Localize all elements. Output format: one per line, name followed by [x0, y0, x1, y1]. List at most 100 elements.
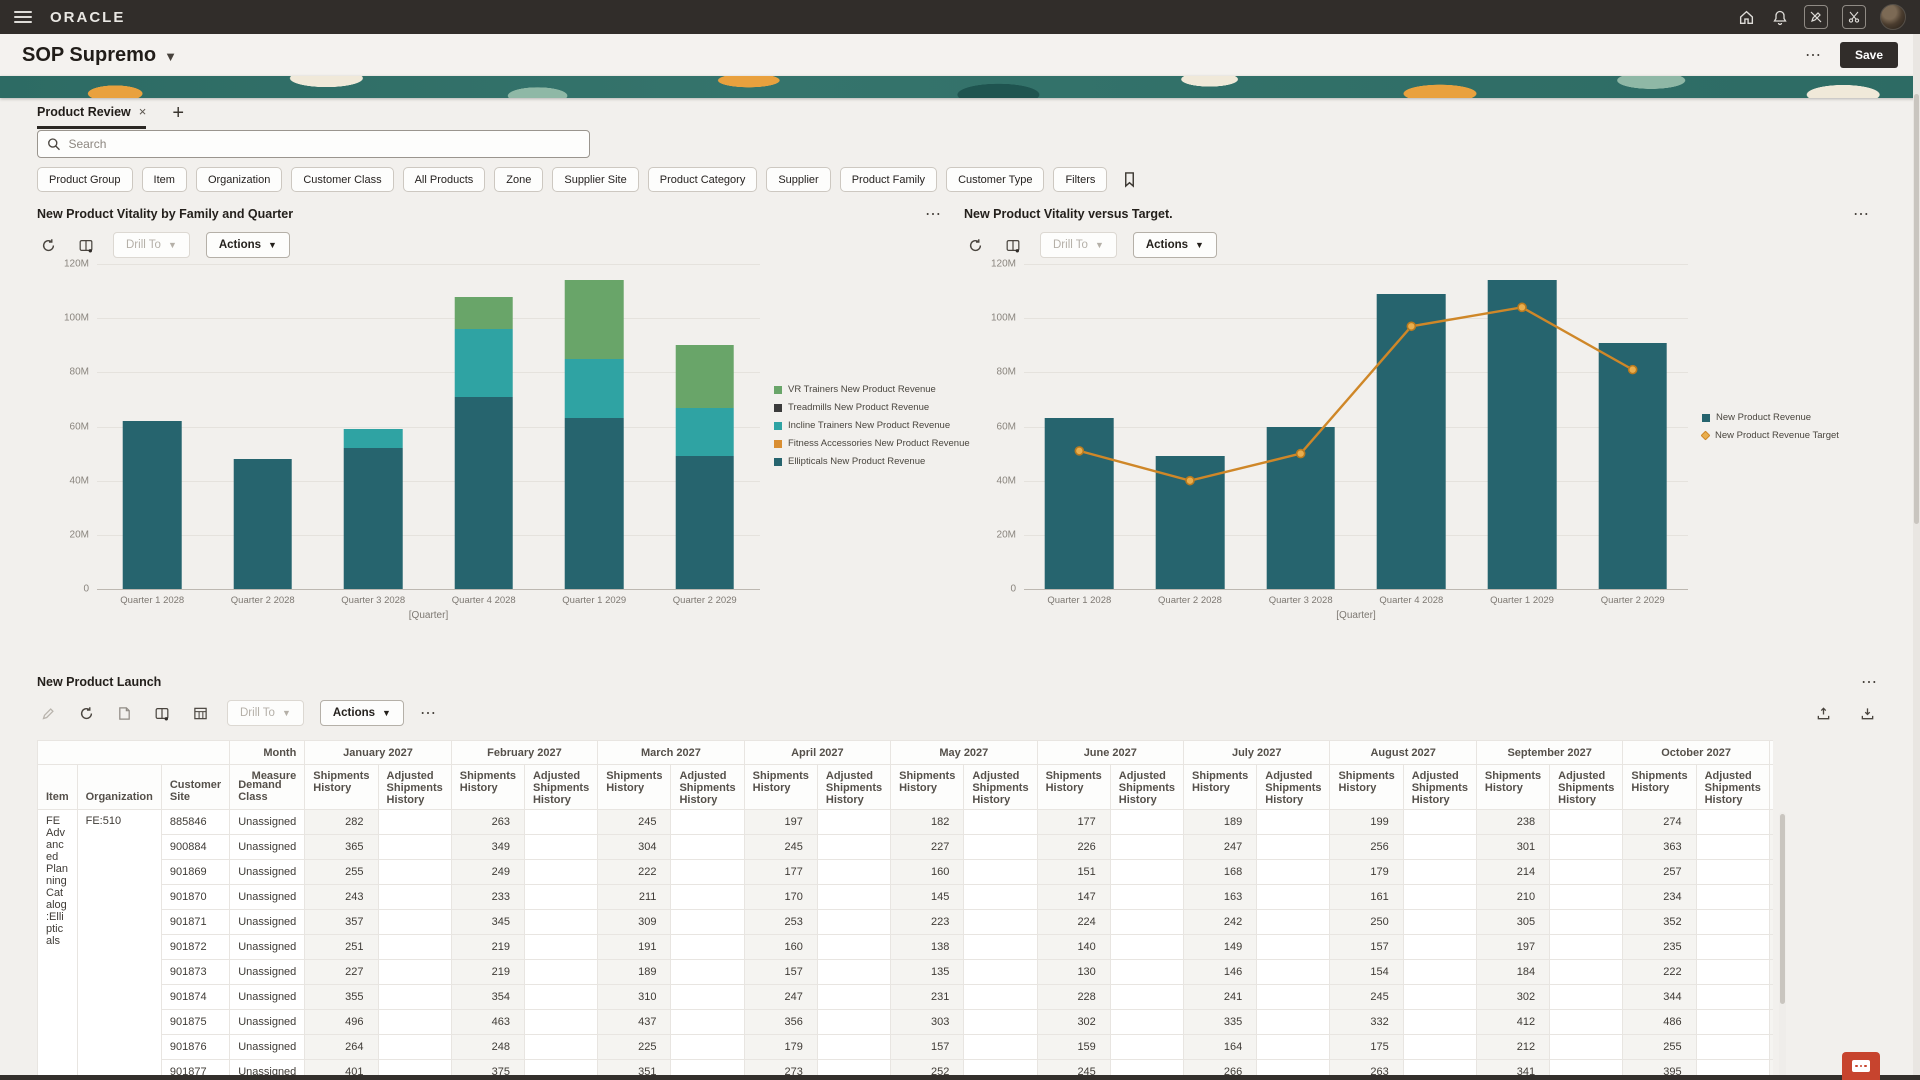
shipments-history-cell[interactable]: 255: [1623, 1035, 1696, 1060]
adjusted-shipments-history-cell[interactable]: [671, 835, 744, 860]
adjusted-shipments-history-cell[interactable]: [964, 810, 1037, 835]
adjusted-shipments-history-cell[interactable]: [1696, 1035, 1769, 1060]
shipments-history-cell[interactable]: 199: [1330, 810, 1403, 835]
hamburger-menu-icon[interactable]: [14, 11, 32, 23]
filter-chip-supplier-site[interactable]: Supplier Site: [552, 167, 638, 192]
shipments-history-cell[interactable]: 145: [891, 885, 964, 910]
adjusted-shipments-history-cell[interactable]: [1550, 885, 1623, 910]
shipments-history-cell[interactable]: 486: [1623, 1010, 1696, 1035]
shipments-history-cell[interactable]: 147: [1037, 885, 1110, 910]
filter-chip-all-products[interactable]: All Products: [403, 167, 486, 192]
adjusted-shipments-history-cell[interactable]: [378, 860, 451, 885]
filter-chip-filters[interactable]: Filters: [1053, 167, 1107, 192]
table-grid-icon[interactable]: [189, 702, 211, 724]
shipments-history-cell[interactable]: 154: [1330, 960, 1403, 985]
adjusted-shipments-history-cell[interactable]: [964, 935, 1037, 960]
adjusted-shipments-history-cell[interactable]: [817, 935, 890, 960]
shipments-history-cell[interactable]: 303: [891, 1010, 964, 1035]
shipments-history-cell[interactable]: 247: [1184, 835, 1257, 860]
adjusted-shipments-history-cell[interactable]: [1403, 810, 1476, 835]
shipments-history-cell[interactable]: 344: [1623, 985, 1696, 1010]
shipments-history-cell[interactable]: 223: [891, 910, 964, 935]
adjusted-shipments-history-cell[interactable]: [1696, 835, 1769, 860]
shipments-history-cell[interactable]: 251: [305, 935, 378, 960]
shipments-history-cell[interactable]: 357: [305, 910, 378, 935]
legend-item[interactable]: Ellipticals New Product Revenue: [774, 456, 950, 467]
bar-segment[interactable]: [233, 459, 292, 589]
adjusted-shipments-history-cell[interactable]: [378, 810, 451, 835]
adjusted-shipments-history-cell[interactable]: [1257, 835, 1330, 860]
shipments-history-cell[interactable]: 219: [451, 960, 524, 985]
adjusted-shipments-history-cell[interactable]: [1696, 1010, 1769, 1035]
save-button[interactable]: Save: [1840, 42, 1898, 68]
adjusted-shipments-history-cell[interactable]: [1110, 960, 1183, 985]
shipments-history-cell[interactable]: 227: [891, 835, 964, 860]
shipments-history-header[interactable]: Shipments History: [451, 765, 524, 810]
bar-segment[interactable]: [675, 345, 734, 407]
chart-more-button[interactable]: ⋯: [1853, 204, 1870, 224]
page-scrollbar[interactable]: [1913, 34, 1920, 1080]
legend-item[interactable]: New Product Revenue: [1702, 412, 1878, 423]
shipments-history-cell[interactable]: 253: [744, 910, 817, 935]
adjusted-shipments-history-cell[interactable]: [1550, 960, 1623, 985]
adjusted-shipments-history-cell[interactable]: [671, 1010, 744, 1035]
shipments-history-cell[interactable]: 227: [305, 960, 378, 985]
adjusted-shipments-history-cell[interactable]: [671, 860, 744, 885]
bar-segment[interactable]: [675, 408, 734, 457]
shipments-history-cell[interactable]: 161: [1330, 885, 1403, 910]
bar-segment[interactable]: [344, 429, 403, 448]
shipments-history-cell[interactable]: 168: [1184, 860, 1257, 885]
bar-quarter-4-2028[interactable]: [454, 297, 513, 589]
shipments-history-header[interactable]: Shipments History: [1769, 765, 1773, 810]
shipments-history-cell[interactable]: 135: [891, 960, 964, 985]
shipments-history-header[interactable]: Shipments History: [1037, 765, 1110, 810]
shipments-history-cell[interactable]: 191: [598, 935, 671, 960]
download-icon[interactable]: [1856, 702, 1878, 724]
legend-item[interactable]: VR Trainers New Product Revenue: [774, 384, 950, 395]
shipments-history-cell[interactable]: 151: [1037, 860, 1110, 885]
chart-drill-to-button[interactable]: Drill To▼: [113, 232, 190, 258]
chart-actions-button[interactable]: Actions▼: [206, 232, 290, 258]
customer-site-column-header[interactable]: Customer Site: [161, 765, 229, 810]
table-drill-to-button[interactable]: Drill To▼: [227, 700, 304, 726]
shipments-history-cell[interactable]: 149: [1184, 935, 1257, 960]
shipments-history-header[interactable]: Shipments History: [598, 765, 671, 810]
adjusted-shipments-history-header[interactable]: Adjusted Shipments History: [1403, 765, 1476, 810]
shipments-history-cell[interactable]: 274: [1623, 810, 1696, 835]
adjusted-shipments-history-cell[interactable]: [1403, 985, 1476, 1010]
refresh-icon[interactable]: [37, 234, 59, 256]
shipments-history-cell[interactable]: 242: [1184, 910, 1257, 935]
month-header[interactable]: May 2027: [891, 741, 1037, 765]
shipments-history-cell[interactable]: 257: [1623, 860, 1696, 885]
add-tab-button[interactable]: +: [172, 102, 184, 129]
bookmark-icon[interactable]: [1122, 171, 1137, 188]
shipments-history-cell[interactable]: 241: [1184, 985, 1257, 1010]
adjusted-shipments-history-cell[interactable]: [817, 860, 890, 885]
shipments-history-cell[interactable]: 263: [451, 810, 524, 835]
table-more-button[interactable]: ⋯: [1861, 672, 1878, 692]
adjusted-shipments-history-cell[interactable]: [671, 1035, 744, 1060]
adjusted-shipments-history-cell[interactable]: [524, 835, 597, 860]
refresh-icon[interactable]: [75, 702, 97, 724]
shipments-history-cell[interactable]: 437: [598, 1010, 671, 1035]
adjusted-shipments-history-header[interactable]: Adjusted Shipments History: [1696, 765, 1769, 810]
filter-chip-product-group[interactable]: Product Group: [37, 167, 133, 192]
user-avatar[interactable]: [1880, 4, 1906, 30]
shipments-history-cell[interactable]: 349: [1769, 835, 1773, 860]
shipments-history-cell[interactable]: 363: [1623, 835, 1696, 860]
adjusted-shipments-history-cell[interactable]: [817, 1010, 890, 1035]
organization-column-header[interactable]: Organization: [77, 765, 161, 810]
adjusted-shipments-history-cell[interactable]: [1550, 935, 1623, 960]
shipments-history-header[interactable]: Shipments History: [1184, 765, 1257, 810]
adjusted-shipments-history-cell[interactable]: [1110, 1010, 1183, 1035]
shipments-history-header[interactable]: Shipments History: [1330, 765, 1403, 810]
bar-segment[interactable]: [675, 456, 734, 589]
adjusted-shipments-history-cell[interactable]: [964, 1010, 1037, 1035]
shipments-history-cell[interactable]: 351: [1769, 910, 1773, 935]
month-header[interactable]: August 2027: [1330, 741, 1476, 765]
adjusted-shipments-history-header[interactable]: Adjusted Shipments History: [378, 765, 451, 810]
bar-segment[interactable]: [454, 397, 513, 589]
month-header[interactable]: April 2027: [744, 741, 890, 765]
feedback-button[interactable]: [1842, 1052, 1880, 1080]
line-marker[interactable]: [1075, 447, 1083, 455]
